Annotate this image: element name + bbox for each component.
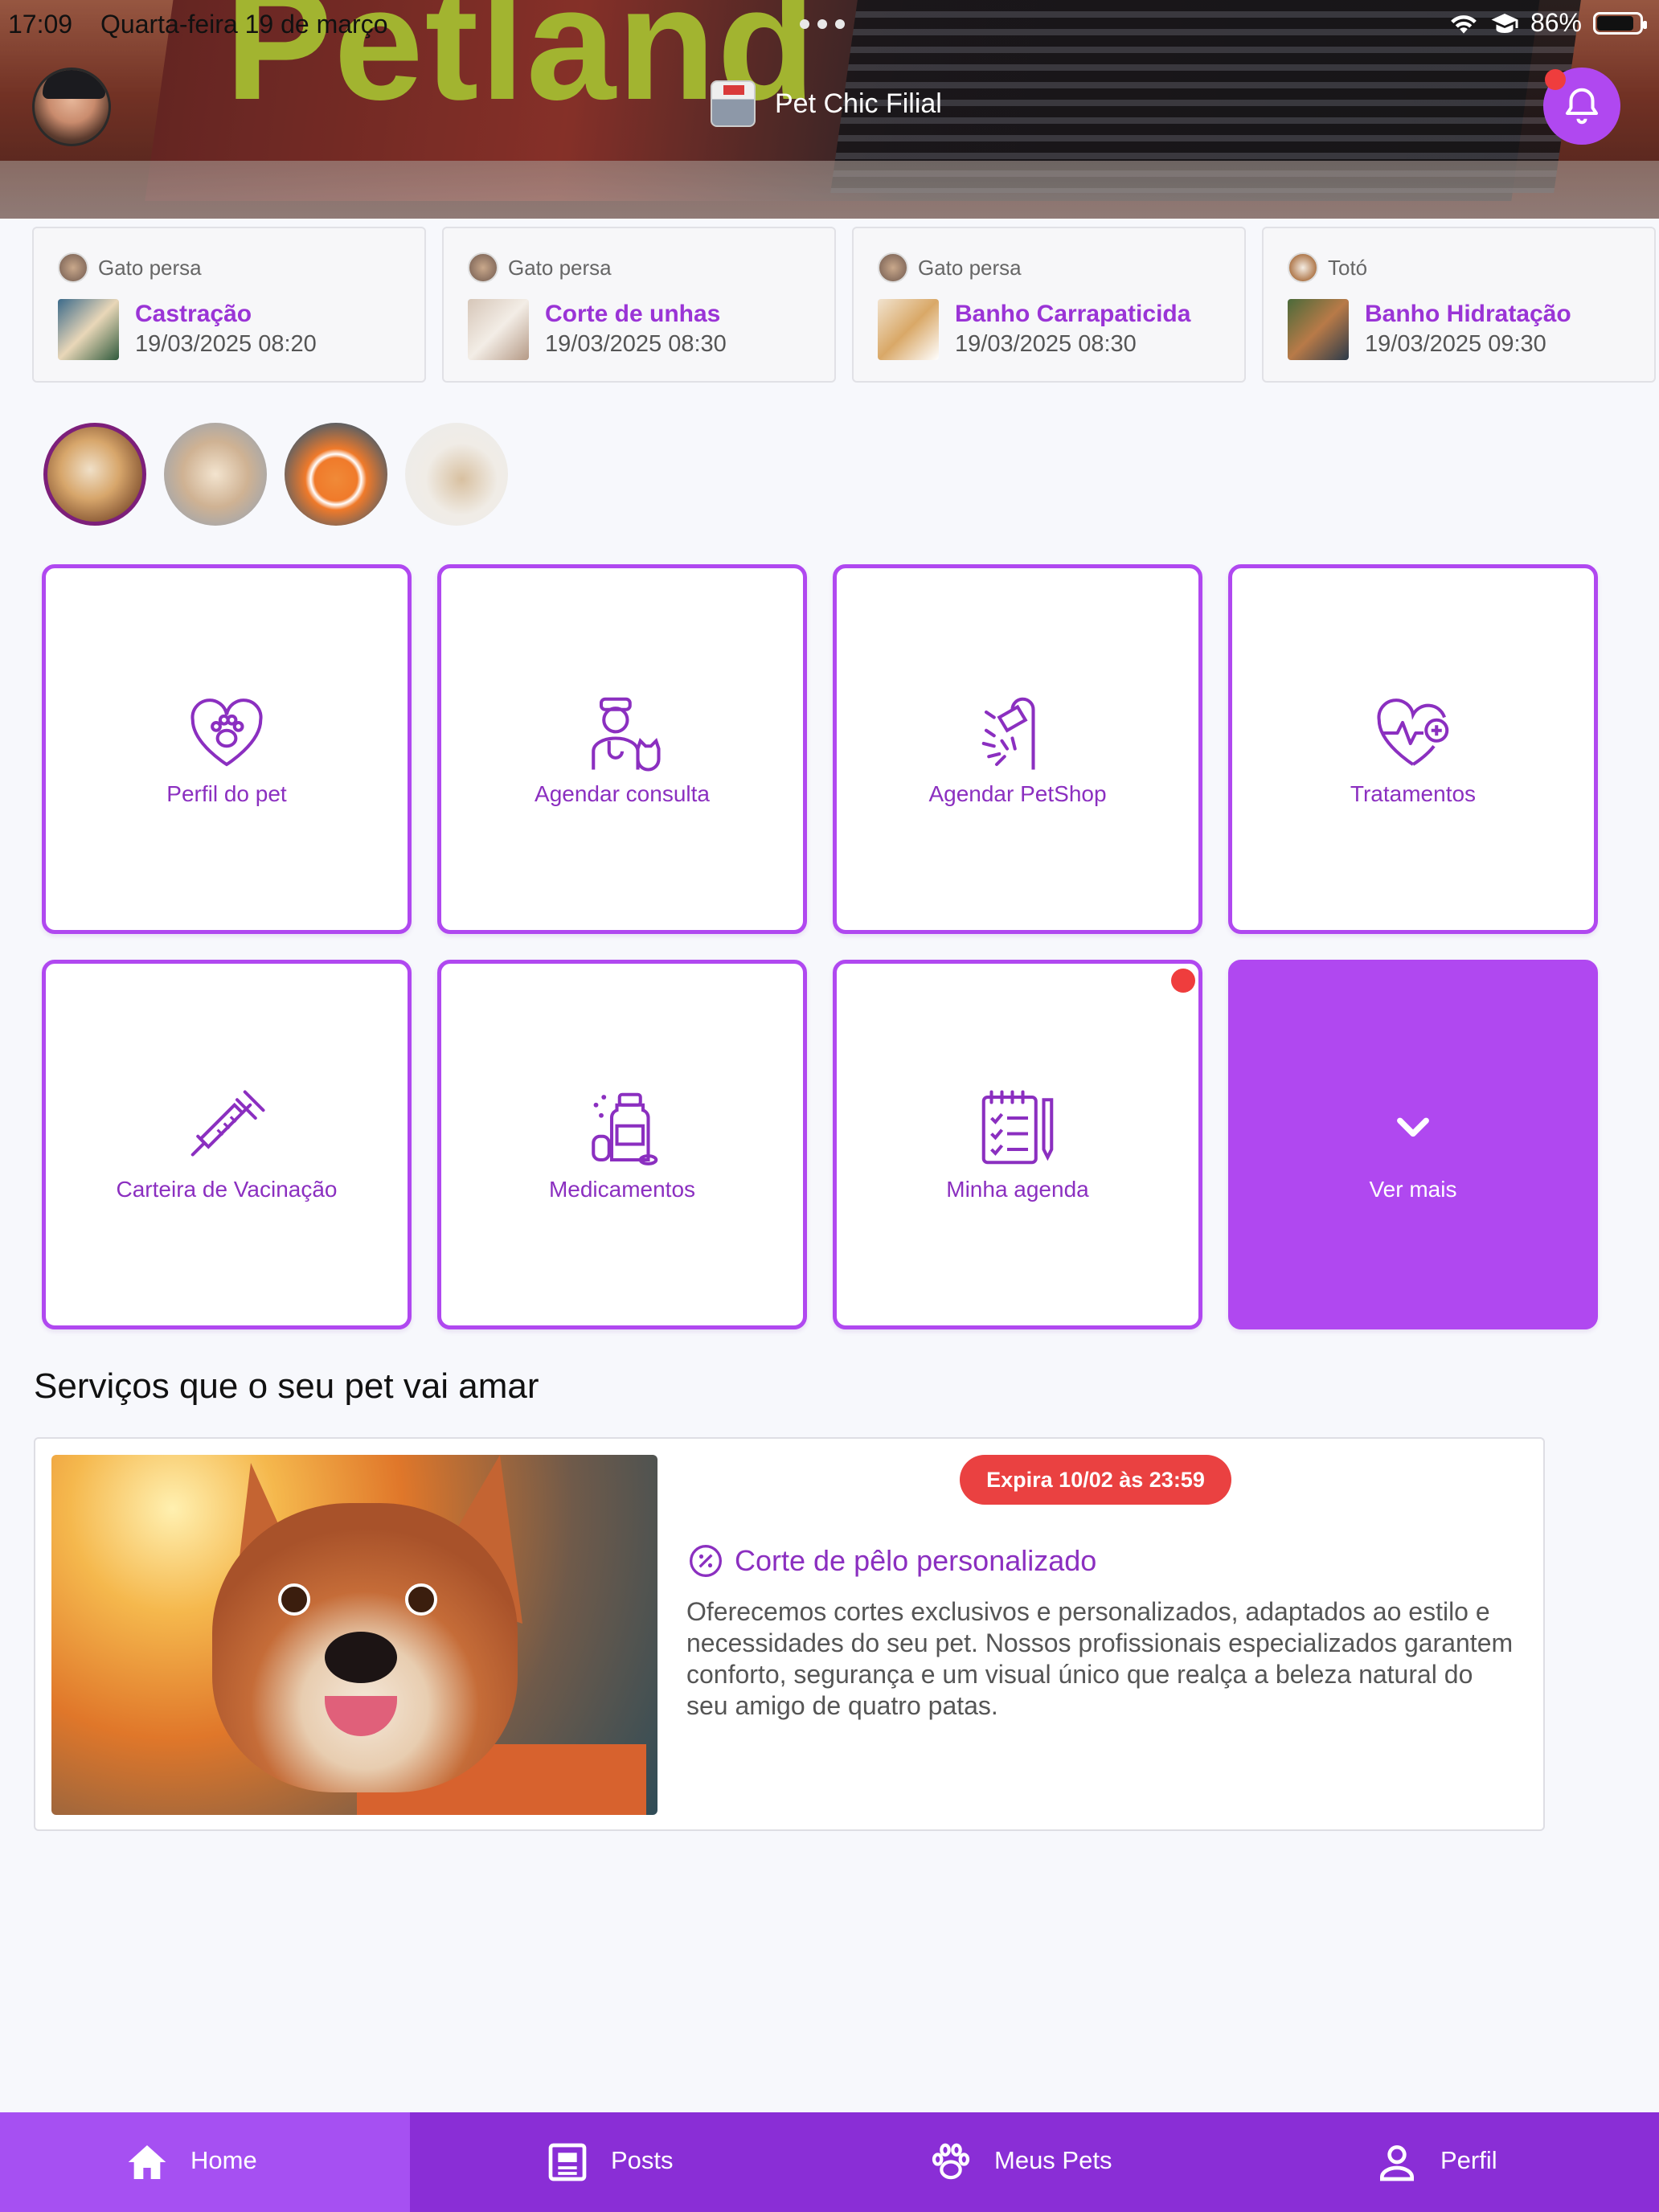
pet-avatar [878, 252, 908, 283]
tile-label: Medicamentos [548, 1177, 696, 1202]
vet-doctor-icon [592, 697, 661, 772]
nav-profile[interactable]: Perfil [1238, 2112, 1659, 2212]
paw-icon [932, 2143, 970, 2180]
appointment-pet: Gato persa [468, 252, 612, 283]
appointment-service: Banho Hidratação [1365, 301, 1571, 327]
service-description: Oferecemos cortes exclusivos e personali… [686, 1597, 1514, 1720]
nav-home[interactable]: Home [0, 2112, 410, 2212]
appointment-datetime: 19/03/2025 08:20 [135, 331, 317, 357]
tile-schedule-appointment[interactable]: Agendar consulta [437, 564, 807, 934]
service-thumbnail [468, 299, 529, 360]
nav-label: Home [190, 2146, 257, 2174]
appointment-card[interactable]: Totó Banho Hidratação 19/03/2025 09:30 [1262, 227, 1656, 383]
nav-posts[interactable]: Posts [410, 2112, 812, 2212]
pet-avatar [468, 252, 498, 283]
nav-label: Perfil [1440, 2146, 1497, 2174]
pet-selector-hamster[interactable] [164, 423, 267, 526]
battery-percent: 86% [1530, 8, 1582, 37]
appointment-datetime: 19/03/2025 08:30 [955, 331, 1137, 357]
appointment-service: Castração [135, 301, 252, 327]
tile-label: Carteira de Vacinação [116, 1177, 338, 1202]
service-thumbnail [878, 299, 939, 360]
pet-selector-dog[interactable] [405, 423, 508, 526]
pet-avatar [1288, 252, 1318, 283]
bell-icon [1565, 88, 1599, 125]
tile-pet-profile[interactable]: Perfil do pet [42, 564, 412, 934]
medicine-bottle-icon [592, 1092, 658, 1165]
pet-name: Gato persa [918, 255, 1022, 280]
appointment-card[interactable]: Gato persa Corte de unhas 19/03/2025 08:… [442, 227, 836, 383]
tile-label: Ver mais [1369, 1177, 1457, 1202]
pet-selector-clownfish[interactable] [285, 423, 387, 526]
nav-label: Meus Pets [994, 2146, 1112, 2174]
service-thumbnail [58, 299, 119, 360]
syringe-icon [190, 1090, 265, 1157]
tile-my-schedule[interactable]: Minha agenda [833, 960, 1202, 1329]
service-thumbnail [1288, 299, 1349, 360]
appointment-pet: Gato persa [58, 252, 202, 283]
pet-name: Gato persa [98, 255, 202, 280]
nav-label: Posts [611, 2146, 674, 2174]
status-bar: 17:09 Quarta-feira 19 de março 86% [0, 0, 1659, 48]
tile-label: Perfil do pet [166, 781, 287, 806]
dog-illustration [51, 1455, 657, 1815]
discount-icon [690, 1545, 722, 1577]
heart-pulse-plus-icon [1377, 698, 1449, 766]
posts-icon [548, 2143, 587, 2181]
wifi-icon [1451, 14, 1477, 34]
tile-schedule-petshop[interactable]: Agendar PetShop [833, 564, 1202, 934]
pet-selector-persian-cat[interactable] [43, 423, 146, 526]
tile-treatments[interactable]: Tratamentos [1228, 564, 1598, 934]
tile-label: Agendar PetShop [928, 781, 1107, 806]
user-avatar[interactable] [32, 68, 111, 146]
expiration-badge: Expira 10/02 às 23:59 [960, 1455, 1231, 1505]
store-selector[interactable]: Pet Chic Filial [711, 80, 942, 127]
tile-vaccination-card[interactable]: Carteira de Vacinação [42, 960, 412, 1329]
appointment-card[interactable]: Gato persa Banho Carrapaticida 19/03/202… [852, 227, 1246, 383]
tile-see-more[interactable]: Ver mais [1228, 960, 1598, 1329]
tile-label: Tratamentos [1350, 781, 1477, 806]
shower-icon [981, 697, 1035, 770]
tile-medications[interactable]: Medicamentos [437, 960, 807, 1329]
appointment-service: Banho Carrapaticida [955, 301, 1191, 327]
multitask-dots[interactable] [800, 19, 845, 29]
appointment-card[interactable]: Gato persa Castração 19/03/2025 08:20 [32, 227, 426, 383]
appointment-pet: Totó [1288, 252, 1367, 283]
pet-name: Gato persa [508, 255, 612, 280]
store-name: Pet Chic Filial [775, 88, 942, 119]
status-date: Quarta-feira 19 de março [100, 10, 388, 39]
appointment-service: Corte de unhas [545, 301, 721, 327]
home-icon [128, 2145, 166, 2179]
tile-label: Agendar consulta [535, 781, 710, 806]
graduation-cap-icon [1491, 13, 1518, 33]
service-title-text: Corte de pêlo personalizado [735, 1544, 1097, 1577]
section-title: Serviços que o seu pet vai amar [34, 1366, 539, 1406]
appointment-pet: Gato persa [878, 252, 1022, 283]
notification-badge [1545, 69, 1566, 90]
person-icon [1380, 2145, 1414, 2181]
store-icon [711, 80, 756, 127]
appointment-datetime: 19/03/2025 08:30 [545, 331, 727, 357]
chevron-down-icon [1397, 1117, 1429, 1137]
status-time: 17:09 [8, 10, 73, 39]
notification-badge [1171, 969, 1195, 993]
status-icons: 86% [1448, 8, 1647, 38]
tile-label: Minha agenda [946, 1177, 1089, 1202]
nav-my-pets[interactable]: Meus Pets [812, 2112, 1238, 2212]
appointment-datetime: 19/03/2025 09:30 [1365, 331, 1546, 357]
battery-icon [1593, 11, 1647, 35]
bottom-navigation: Home Posts Meus Pets Perfil [0, 2112, 1659, 2212]
checklist-icon [981, 1090, 1054, 1165]
battery-fill [1597, 15, 1633, 31]
appointments-list: Gato persa Castração 19/03/2025 08:20 Ga… [32, 227, 1659, 383]
service-title: Corte de pêlo personalizado [688, 1543, 1096, 1579]
heart-paw-icon [190, 698, 263, 767]
pet-avatar [58, 252, 88, 283]
pet-name: Totó [1328, 255, 1368, 280]
